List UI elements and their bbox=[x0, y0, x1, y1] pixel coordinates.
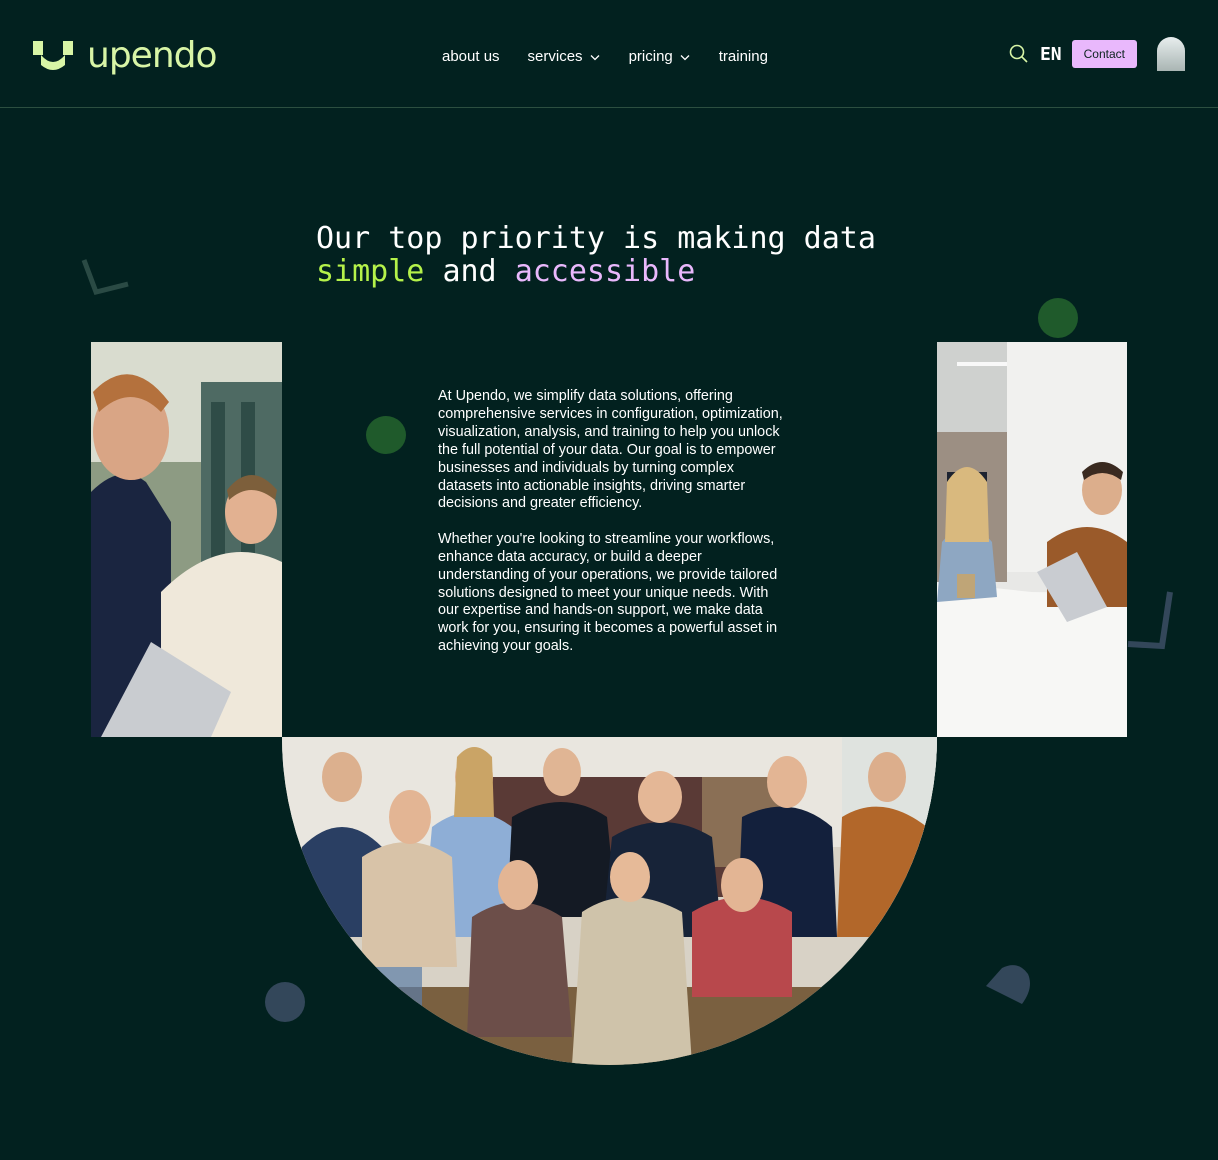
about-text: At Upendo, we simplify data solutions, o… bbox=[438, 388, 783, 656]
corner-deco-right bbox=[1127, 591, 1173, 650]
hero-word-accessible: accessible bbox=[514, 254, 696, 289]
about-paragraph-1: At Upendo, we simplify data solutions, o… bbox=[438, 388, 783, 512]
nav-training-label: training bbox=[718, 48, 768, 65]
nav-pricing-label: pricing bbox=[628, 48, 673, 65]
team-photo-left bbox=[91, 342, 282, 737]
logo-mark-icon bbox=[33, 41, 73, 70]
header-tools: EN Contact bbox=[1008, 37, 1185, 71]
chevron-down-icon bbox=[590, 54, 600, 60]
search-icon[interactable] bbox=[1008, 43, 1030, 65]
team-group-photo bbox=[282, 737, 937, 1065]
site-header: upendo about us services pricing trainin… bbox=[0, 0, 1218, 108]
green-circle-deco bbox=[366, 416, 406, 454]
hero-headline: Our top priority is making data simple a… bbox=[316, 222, 876, 288]
nav-pricing[interactable]: pricing bbox=[629, 48, 691, 65]
decorative-arch bbox=[1157, 37, 1185, 71]
hero-word-and: and bbox=[442, 254, 497, 289]
about-paragraph-2: Whether you're looking to streamline you… bbox=[438, 530, 778, 655]
hero-line1: Our top priority is making data bbox=[316, 221, 876, 256]
logo[interactable]: upendo bbox=[33, 35, 218, 76]
corner-deco-left bbox=[81, 259, 129, 295]
team-photo-right bbox=[937, 342, 1127, 737]
nav-about-us[interactable]: about us bbox=[442, 48, 500, 65]
nav-services-label: services bbox=[527, 48, 583, 65]
language-switcher[interactable]: EN bbox=[1040, 44, 1062, 65]
logo-text: upendo bbox=[87, 35, 218, 76]
green-circle-deco bbox=[1038, 298, 1078, 338]
contact-button[interactable]: Contact bbox=[1071, 40, 1137, 68]
hero-word-simple: simple bbox=[316, 254, 425, 289]
chevron-down-icon bbox=[680, 54, 690, 60]
slate-circle-deco bbox=[265, 982, 305, 1022]
nav-training[interactable]: training bbox=[719, 48, 768, 65]
nav-about-us-label: about us bbox=[442, 48, 500, 65]
main-nav: about us services pricing training bbox=[442, 48, 768, 65]
slate-drop-deco bbox=[986, 965, 1030, 1004]
nav-services[interactable]: services bbox=[528, 48, 601, 65]
